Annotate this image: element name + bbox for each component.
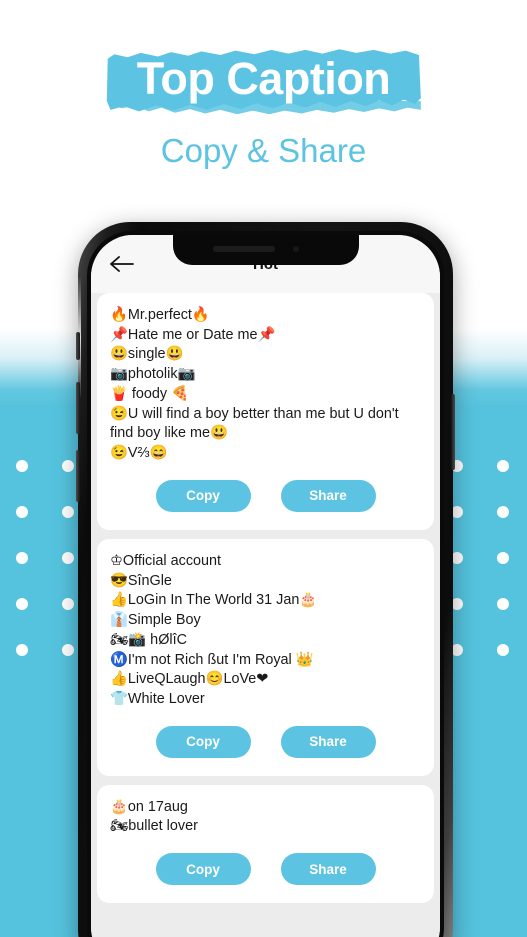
caption-line: 😎SînGle <box>110 572 172 589</box>
phone-screen: Hot 🔥Mr.perfect🔥📌Hate me or Date me📌😃sin… <box>91 235 440 937</box>
front-camera-icon <box>292 246 299 252</box>
card-action-row: Copy Share <box>110 710 421 776</box>
caption-line: 📷photolik📷 <box>110 366 196 383</box>
phone-notch <box>172 235 359 265</box>
decorative-dot <box>16 506 28 518</box>
caption-line: 😉V⅔😄 <box>110 445 168 462</box>
decorative-dot <box>62 598 74 610</box>
brush-stroke-banner: Top Caption <box>103 47 425 115</box>
caption-line: 👕White Lover <box>110 691 205 708</box>
decorative-dot <box>16 552 28 564</box>
phone-power-button[interactable] <box>451 394 455 470</box>
caption-line: 👍LiveQLaugh😊LoVe❤ <box>110 671 269 688</box>
caption-line: 📌Hate me or Date me📌 <box>110 326 276 343</box>
back-button[interactable] <box>105 247 139 281</box>
copy-button[interactable]: Copy <box>155 853 251 886</box>
caption-line: 🏍bullet lover <box>110 818 198 835</box>
caption-feed[interactable]: 🔥Mr.perfect🔥 📌Hate me or Date me📌 😃single😃… <box>91 293 440 937</box>
caption-line: 👍LoGin In The World 31 Jan🎂 <box>110 592 318 609</box>
decorative-dot <box>62 460 74 472</box>
caption-line: 😉U will find a boy better than me but U … <box>110 405 399 442</box>
card-action-row: Copy Share <box>110 837 421 903</box>
card-action-row: Copy Share <box>110 464 421 530</box>
decorative-dot <box>62 552 74 564</box>
decorative-dot <box>16 644 28 656</box>
caption-text: ♔Official account 😎SînGle 👍LoGin In The Wo… <box>110 552 421 710</box>
caption-text: 🔥Mr.perfect🔥 📌Hate me or Date me📌 😃single😃… <box>110 306 421 464</box>
decorative-dot <box>497 506 509 518</box>
promo-header: Top Caption Copy & Share <box>0 0 527 170</box>
caption-line: 😃single😃 <box>110 346 184 363</box>
decorative-dot <box>497 460 509 472</box>
copy-button[interactable]: Copy <box>155 725 251 758</box>
decorative-dot <box>497 598 509 610</box>
decorative-dot <box>497 552 509 564</box>
caption-line: 🍟 foody 🍕 <box>110 385 190 402</box>
phone-volume-up-button[interactable] <box>76 382 80 434</box>
phone-volume-down-button[interactable] <box>76 450 80 502</box>
phone-mute-switch[interactable] <box>76 332 80 360</box>
share-button[interactable]: Share <box>280 725 376 758</box>
decorative-dot <box>497 644 509 656</box>
caption-card[interactable]: 🔥Mr.perfect🔥 📌Hate me or Date me📌 😃single😃… <box>97 293 434 530</box>
phone-bezel: Hot 🔥Mr.perfect🔥📌Hate me or Date me📌😃sin… <box>87 231 444 937</box>
promo-title: Top Caption <box>136 53 391 104</box>
caption-line: 🔥Mr.perfect🔥 <box>110 307 210 323</box>
caption-card[interactable]: 🎂on 17aug 🏍bullet lover Copy Share <box>97 784 434 904</box>
share-button[interactable]: Share <box>280 479 376 512</box>
caption-line: Ⓜ️I'm not Rich ßut I'm Royal 👑 <box>110 651 314 668</box>
caption-line: ♔Official account <box>110 552 222 569</box>
phone-mockup: Hot 🔥Mr.perfect🔥📌Hate me or Date me📌😃sin… <box>76 222 455 937</box>
caption-text: 🎂on 17aug 🏍bullet lover <box>110 798 421 837</box>
arrow-left-icon <box>110 256 134 272</box>
share-button[interactable]: Share <box>280 853 376 886</box>
copy-button[interactable]: Copy <box>155 479 251 512</box>
caption-card[interactable]: ♔Official account 😎SînGle 👍LoGin In The Wo… <box>97 538 434 776</box>
decorative-dot <box>62 506 74 518</box>
caption-line: 🎂on 17aug <box>110 798 188 815</box>
caption-line: 👔Simple Boy <box>110 612 201 629</box>
decorative-dot <box>16 598 28 610</box>
decorative-dot <box>16 460 28 472</box>
earpiece-speaker-icon <box>212 246 275 252</box>
promo-subtitle: Copy & Share <box>160 132 367 170</box>
decorative-dot <box>62 644 74 656</box>
caption-line: 🏍📸 hØlîC <box>110 631 187 648</box>
